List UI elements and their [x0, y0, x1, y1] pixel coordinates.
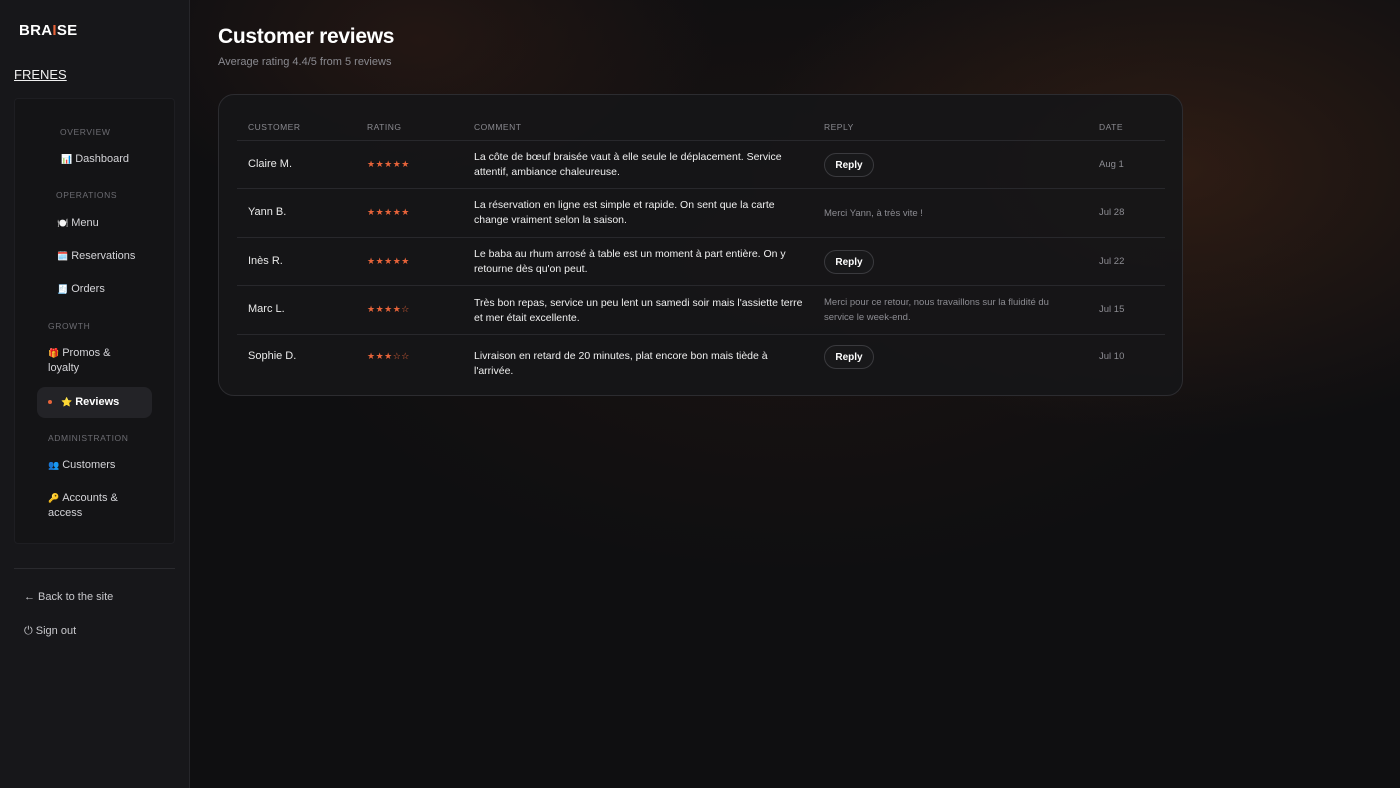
star-rating: ★★★★★ [367, 159, 410, 169]
sidebar-item-customers[interactable]: 👥 Customers [48, 458, 115, 473]
page-title: Customer reviews [218, 25, 395, 48]
logo-text-suffix: SE [56, 22, 78, 39]
sidebar-item-label-line2: access [48, 507, 83, 519]
sidebar-item-label-line2: loyalty [48, 362, 80, 374]
active-indicator-dot [48, 400, 52, 404]
sidebar-item-menu[interactable]: 🍽️ Menu [57, 216, 99, 231]
review-date: Jul 10 [1099, 351, 1125, 362]
customer-name: Marc L. [248, 303, 285, 315]
back-to-site-link[interactable]: ← Back to the site [24, 591, 113, 603]
users-icon: 👥 [48, 460, 60, 470]
sidebar-item-accounts[interactable]: 🔑 Accounts & access [48, 491, 138, 521]
sidebar-item-reservations[interactable]: 🗓️ Reservations [57, 249, 135, 264]
star-rating: ★★★★★ [367, 207, 410, 217]
sidebar-item-label: Dashboard [75, 153, 130, 165]
reply-button[interactable]: Reply [824, 153, 874, 177]
star-rating: ★★★★★ [367, 256, 410, 266]
plate-icon: 🍽️ [57, 218, 69, 228]
review-comment: Très bon repas, service un peu lent un s… [474, 297, 803, 324]
sidebar-item-promos[interactable]: 🎁 Promos & loyalty [48, 346, 138, 376]
review-date: Aug 1 [1099, 159, 1124, 170]
review-comment: La réservation en ligne est simple et ra… [474, 199, 775, 226]
review-date: Jul 15 [1099, 304, 1125, 315]
reply-button[interactable]: Reply [824, 250, 874, 274]
sidebar: BRAISE FRENES OVERVIEW 📊 Dashboard OPERAT… [0, 0, 190, 788]
table-row: Claire M. ★★★★★ La côte de bœuf braisée … [237, 140, 1165, 188]
column-header-comment: COMMENT [474, 122, 522, 132]
restaurant-name-link[interactable]: FRENES [14, 67, 67, 82]
customer-name: Inès R. [248, 255, 283, 267]
logo-text-prefix: BRA [19, 22, 53, 39]
reply-text: Merci pour ce retour, nous travaillons s… [824, 297, 1049, 323]
review-comment: Le baba au rhum arrosé à table est un mo… [474, 248, 786, 275]
sidebar-divider [14, 568, 175, 569]
brand-logo[interactable]: BRAISE [19, 22, 78, 39]
sidebar-item-label: Menu [71, 217, 99, 229]
nav-section-growth: GROWTH [48, 321, 91, 331]
review-date: Jul 22 [1099, 256, 1125, 267]
customer-name: Sophie D. [248, 350, 297, 362]
sidebar-item-reviews[interactable]: ⭐ Reviews [37, 387, 152, 418]
sidebar-item-label: Customers [62, 459, 116, 471]
receipt-icon: 🧾 [57, 284, 69, 294]
chart-icon: 📊 [61, 154, 73, 164]
sidebar-nav: OVERVIEW 📊 Dashboard OPERATIONS 🍽️ Menu 🗓️… [14, 98, 175, 544]
table-row: Marc L. ★★★★☆ Très bon repas, service un… [237, 285, 1165, 334]
star-icon: ⭐ [61, 397, 73, 407]
column-header-reply: REPLY [824, 122, 854, 132]
customer-name: Yann B. [248, 206, 287, 218]
reply-text: Merci Yann, à très vite ! [824, 208, 923, 219]
nav-section-operations: OPERATIONS [56, 190, 118, 200]
reviews-table: CUSTOMER RATING COMMENT REPLY DATE Clair… [218, 94, 1183, 396]
calendar-icon: 🗓️ [57, 251, 69, 261]
column-header-customer: CUSTOMER [248, 122, 301, 132]
customer-name: Claire M. [248, 158, 293, 170]
gift-icon: 🎁 [48, 348, 60, 358]
table-row: Yann B. ★★★★★ La réservation en ligne es… [237, 188, 1165, 237]
review-comment: La côte de bœuf braisée vaut à elle seul… [474, 151, 782, 178]
table-row: Inès R. ★★★★★ Le baba au rhum arrosé à t… [237, 237, 1165, 285]
sidebar-item-label: Accounts & [62, 492, 118, 504]
main-content: Customer reviews Average rating 4.4/5 fr… [190, 0, 1400, 788]
review-date: Jul 28 [1099, 207, 1125, 218]
page-subtitle: Average rating 4.4/5 from 5 reviews [218, 56, 392, 68]
review-comment: Livraison en retard de 20 minutes, plat … [474, 350, 768, 377]
star-rating: ★★★★☆ [367, 304, 410, 314]
reply-button[interactable]: Reply [824, 345, 874, 369]
sidebar-item-label: Orders [71, 283, 105, 295]
sidebar-item-label: Reviews [75, 396, 120, 408]
nav-section-administration: ADMINISTRATION [48, 433, 129, 443]
table-row: Sophie D. ★★★☆☆ Livraison en retard de 2… [237, 334, 1165, 378]
sidebar-item-orders[interactable]: 🧾 Orders [57, 282, 105, 297]
sign-out-link[interactable]: ⏻ Sign out [24, 625, 76, 638]
key-icon: 🔑 [48, 493, 60, 503]
column-header-date: DATE [1099, 122, 1124, 132]
nav-section-overview: OVERVIEW [60, 127, 111, 137]
column-header-rating: RATING [367, 122, 402, 132]
star-rating: ★★★☆☆ [367, 351, 410, 361]
sidebar-item-label: Reservations [71, 250, 136, 262]
sidebar-item-label: Promos & [62, 347, 111, 359]
sidebar-item-dashboard[interactable]: 📊 Dashboard [61, 152, 129, 167]
